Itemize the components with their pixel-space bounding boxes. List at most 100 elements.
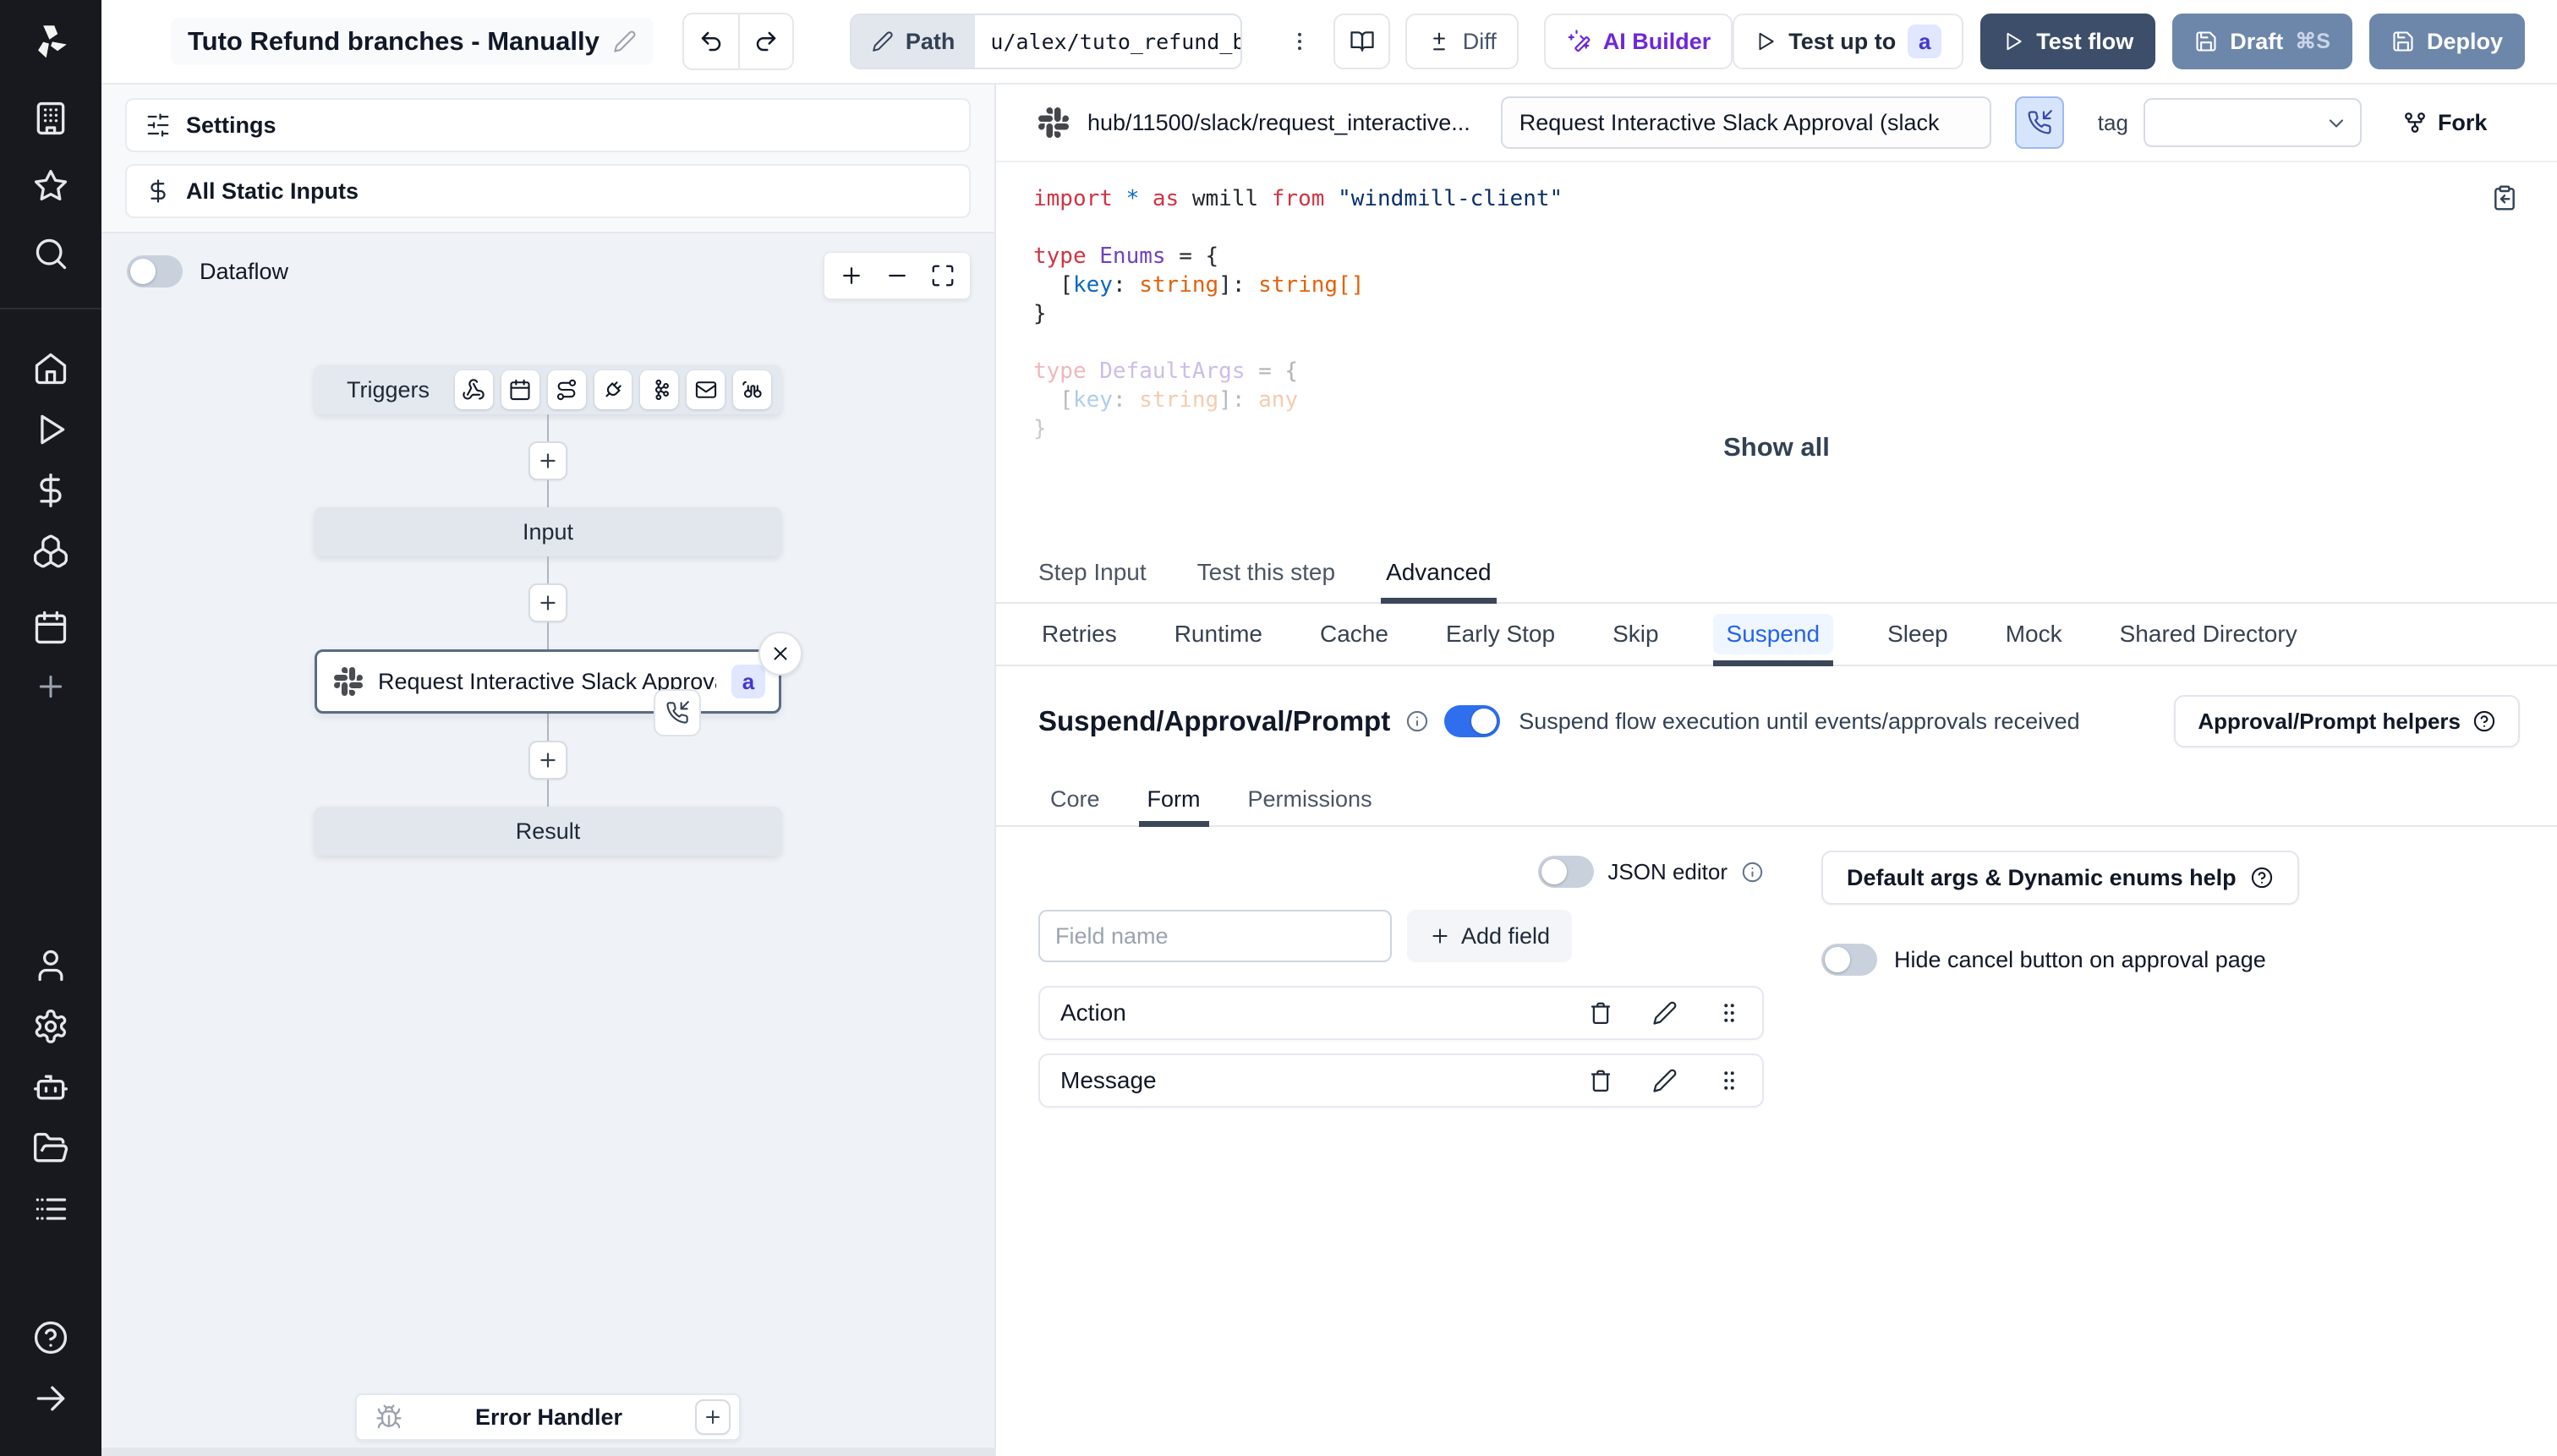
path-edit-button[interactable]: Path <box>851 15 976 68</box>
edit-field-pencil-icon[interactable] <box>1652 1068 1678 1093</box>
sidebar-item-settings[interactable] <box>0 1008 101 1045</box>
diff-button[interactable]: Diff <box>1404 14 1519 69</box>
slack-approval-step-node[interactable]: Request Interactive Slack Approval (... … <box>315 632 802 736</box>
tag-select[interactable] <box>2143 98 2362 147</box>
all-static-inputs-button[interactable]: All Static Inputs <box>125 164 971 218</box>
sidebar-item-schedules[interactable] <box>0 609 101 646</box>
tab-form[interactable]: Form <box>1138 773 1209 827</box>
sidebar-item-search[interactable] <box>0 235 101 272</box>
undo-button[interactable] <box>684 14 738 68</box>
info-icon[interactable] <box>1405 709 1429 733</box>
path-group: Path <box>849 14 1243 69</box>
sidebar-item-workspace[interactable] <box>0 100 101 137</box>
subtab-mock[interactable]: Mock <box>2002 604 2066 665</box>
delete-field-trash-icon[interactable] <box>1588 1068 1613 1093</box>
websocket-trigger-icon[interactable] <box>594 370 632 409</box>
calendar-icon <box>32 609 69 646</box>
edit-title-pencil-icon[interactable] <box>613 30 637 53</box>
fork-button[interactable]: Fork <box>2402 110 2487 136</box>
delete-step-button[interactable] <box>758 632 802 676</box>
subtab-retries[interactable]: Retries <box>1038 604 1120 665</box>
sidebar-item-workers[interactable] <box>0 1069 101 1106</box>
hub-script-path[interactable]: hub/11500/slack/request_interactive... <box>1087 110 1470 136</box>
path-input[interactable] <box>975 15 1241 68</box>
flow-settings-button[interactable]: Settings <box>125 98 971 152</box>
sidebar-item-variables[interactable] <box>0 472 101 509</box>
sidebar-item-favorites[interactable] <box>0 167 101 205</box>
subtab-shared-directory[interactable]: Shared Directory <box>2116 604 2301 665</box>
sidebar-item-home[interactable] <box>0 350 101 387</box>
email-trigger-icon[interactable] <box>687 370 725 409</box>
input-node[interactable]: Input <box>315 507 781 556</box>
http-route-trigger-icon[interactable] <box>547 370 586 409</box>
deploy-button[interactable]: Deploy <box>2368 14 2525 69</box>
zoom-in-button[interactable] <box>833 257 870 294</box>
drag-grip-icon[interactable] <box>1717 1068 1742 1093</box>
json-editor-toggle[interactable] <box>1538 856 1595 888</box>
sidebar-item-audit-logs[interactable] <box>0 1191 101 1228</box>
add-field-button[interactable]: Add field <box>1407 910 1573 962</box>
building-icon <box>32 100 69 137</box>
windmill-logo[interactable] <box>31 22 70 61</box>
result-node[interactable]: Result <box>315 807 781 856</box>
insert-step-button[interactable] <box>528 741 567 780</box>
field-name-input[interactable] <box>1038 910 1392 962</box>
fit-view-button[interactable] <box>924 257 961 294</box>
suspend-mode-button[interactable] <box>2014 96 2064 149</box>
more-options-kebab-icon[interactable] <box>1288 30 1311 53</box>
subtab-runtime[interactable]: Runtime <box>1171 604 1266 665</box>
subtab-cache[interactable]: Cache <box>1317 604 1392 665</box>
draft-label: Draft <box>2230 28 2284 54</box>
suspend-phone-badge[interactable] <box>654 689 701 736</box>
dataflow-toggle[interactable] <box>127 255 183 287</box>
subtab-early-stop[interactable]: Early Stop <box>1443 604 1558 665</box>
draft-button[interactable]: Draft ⌘S <box>2172 14 2352 69</box>
drag-grip-icon[interactable] <box>1717 1000 1742 1026</box>
info-icon[interactable] <box>1741 861 1764 884</box>
redo-button[interactable] <box>737 14 792 68</box>
add-error-handler-button[interactable] <box>695 1399 731 1435</box>
field-label: Message <box>1060 1067 1157 1093</box>
sidebar-collapse-toggle[interactable] <box>0 1380 101 1417</box>
step-name-input[interactable] <box>1500 96 1991 149</box>
suspend-enable-toggle[interactable] <box>1444 705 1501 737</box>
sidebar-item-runs[interactable] <box>0 411 101 448</box>
sidebar-item-add[interactable] <box>0 670 101 703</box>
diff-icon <box>1427 30 1451 53</box>
subtab-skip[interactable]: Skip <box>1609 604 1662 665</box>
default-args-help-button[interactable]: Default args & Dynamic enums help <box>1821 851 2299 905</box>
tab-step-input[interactable]: Step Input <box>1038 543 1147 602</box>
scheduled-poll-trigger-icon[interactable] <box>733 370 772 409</box>
flow-canvas[interactable]: Dataflow Triggers Input Request Interact… <box>101 233 994 1456</box>
error-handler-node[interactable]: Error Handler <box>355 1393 741 1441</box>
sidebar-item-help[interactable] <box>0 1319 101 1356</box>
ai-builder-button[interactable]: AI Builder <box>1543 14 1733 69</box>
tab-test-this-step[interactable]: Test this step <box>1197 543 1335 602</box>
triggers-node[interactable]: Triggers <box>315 365 781 414</box>
edit-field-pencil-icon[interactable] <box>1652 1000 1678 1026</box>
sidebar-item-user[interactable] <box>0 947 101 984</box>
sidebar-item-folders[interactable] <box>0 1130 101 1167</box>
zoom-out-button[interactable] <box>879 257 916 294</box>
approval-prompt-helpers-button[interactable]: Approval/Prompt helpers <box>2174 695 2520 747</box>
tab-core[interactable]: Core <box>1050 773 1100 825</box>
tab-advanced[interactable]: Advanced <box>1381 543 1497 604</box>
clipboard-paste-icon[interactable] <box>2491 184 2518 211</box>
subtab-sleep[interactable]: Sleep <box>1884 604 1952 665</box>
show-all-code-button[interactable]: Show all <box>996 433 2557 462</box>
flow-title-wrap[interactable]: Tuto Refund branches - Manually <box>171 18 654 65</box>
insert-step-button[interactable] <box>528 441 567 480</box>
tab-permissions[interactable]: Permissions <box>1248 773 1372 825</box>
hide-cancel-toggle[interactable] <box>1821 944 1877 976</box>
kafka-trigger-icon[interactable] <box>640 370 679 409</box>
sidebar-item-resources[interactable] <box>0 533 101 570</box>
docs-book-button[interactable] <box>1333 14 1390 69</box>
webhook-trigger-icon[interactable] <box>455 370 493 409</box>
test-flow-button[interactable]: Test flow <box>1980 14 2156 69</box>
test-up-to-button[interactable]: Test up to a <box>1733 14 1964 69</box>
subtab-suspend[interactable]: Suspend <box>1712 604 1834 666</box>
advanced-subtabs: Retries Runtime Cache Early Stop Skip Su… <box>996 604 2557 666</box>
schedule-trigger-icon[interactable] <box>501 370 539 409</box>
insert-step-button[interactable] <box>528 583 567 622</box>
delete-field-trash-icon[interactable] <box>1588 1000 1613 1026</box>
